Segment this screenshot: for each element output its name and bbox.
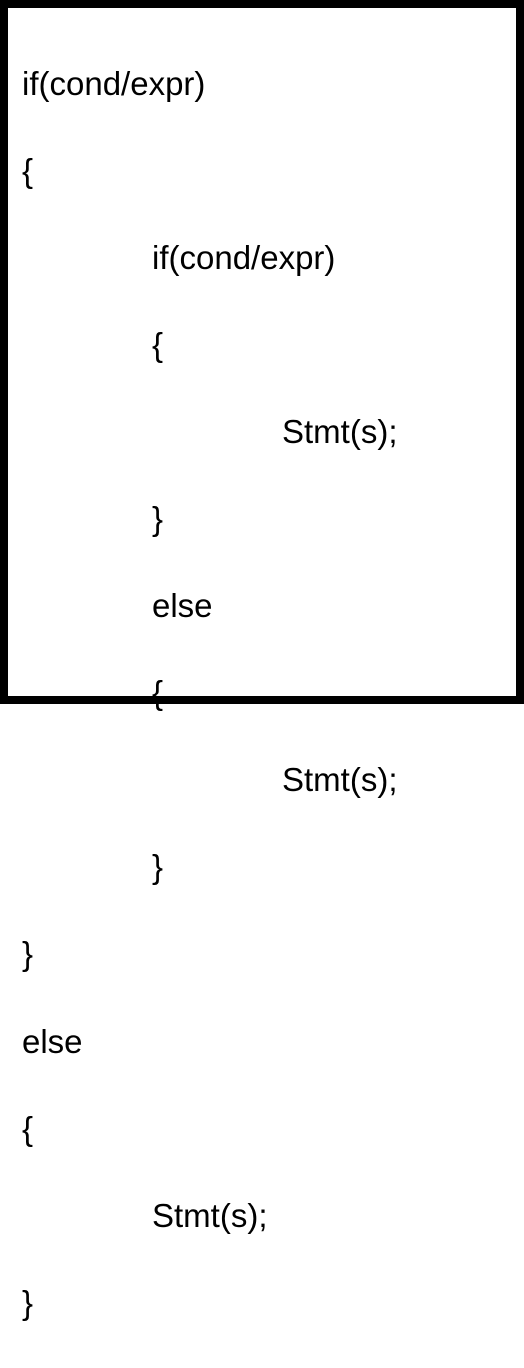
code-line: } <box>22 1281 502 1325</box>
code-line: Stmt(s); <box>22 758 502 802</box>
code-line: else <box>22 1020 502 1064</box>
code-line: { <box>22 149 502 193</box>
code-line: { <box>22 671 502 715</box>
code-snippet-box: if(cond/expr) { if(cond/expr) { Stmt(s);… <box>0 0 524 704</box>
code-line: if(cond/expr) <box>22 236 502 280</box>
code-line: { <box>22 1107 502 1151</box>
code-line: } <box>22 845 502 889</box>
code-line: Stmt(s); <box>22 410 502 454</box>
code-line: } <box>22 932 502 976</box>
code-line: if(cond/expr) <box>22 62 502 106</box>
code-line: else <box>22 584 502 628</box>
code-line: Stmt(s); <box>22 1194 502 1238</box>
code-line: { <box>22 323 502 367</box>
code-line: } <box>22 497 502 541</box>
